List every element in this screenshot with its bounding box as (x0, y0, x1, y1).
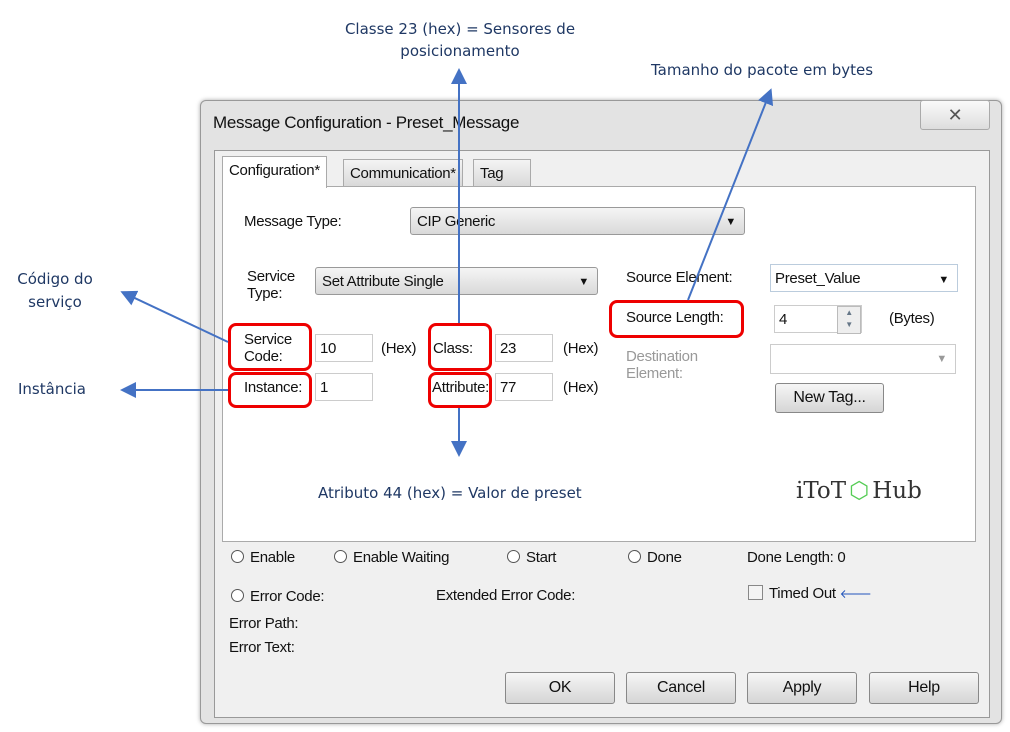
service-annotation-line: Código do (17, 270, 93, 288)
class-annotation-line: Classe 23 (hex) = Sensores de (344, 20, 576, 38)
class-annotation-line: posicionamento (400, 42, 520, 60)
instance-annotation: Instância (18, 380, 86, 398)
annotation-arrows (120, 68, 774, 457)
tab-configuration[interactable]: Configuration* (222, 156, 327, 188)
service-arrow (120, 290, 229, 343)
service-annotation: Código do serviço (10, 268, 100, 314)
length-arrow (687, 88, 774, 301)
attribute-annotation: Atributo 44 (hex) = Valor de preset (318, 484, 582, 502)
class-annotation: Classe 23 (hex) = Sensores de posicioname… (340, 18, 580, 62)
service-annotation-line: serviço (28, 293, 82, 311)
length-annotation: Tamanho do pacote em bytes (651, 61, 874, 79)
